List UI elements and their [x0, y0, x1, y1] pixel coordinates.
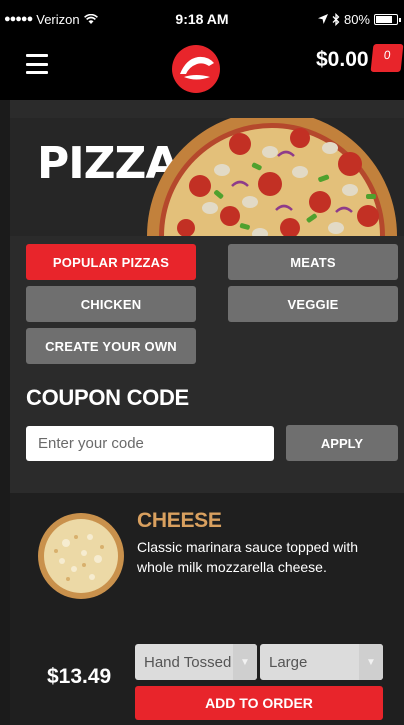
- cart-count-badge[interactable]: 0: [370, 44, 404, 72]
- cart-total[interactable]: $0.00: [316, 48, 369, 72]
- location-arrow-icon: [317, 14, 328, 24]
- size-select-value: Large: [269, 653, 308, 671]
- top-nav-bar: $0.00 0: [0, 38, 404, 100]
- coupon-code-input[interactable]: [26, 426, 274, 461]
- pizza-hut-logo[interactable]: [172, 45, 220, 93]
- status-time: 9:18 AM: [175, 11, 229, 27]
- status-right: 80%: [317, 11, 401, 27]
- category-popular-pizzas[interactable]: POPULAR PIZZAS: [26, 244, 196, 280]
- category-meats[interactable]: MEATS: [228, 244, 398, 280]
- category-chicken[interactable]: CHICKEN: [26, 286, 196, 322]
- category-veggie[interactable]: VEGGIE: [228, 286, 398, 322]
- product-name: CHEESE: [137, 509, 222, 532]
- status-left: ●●●●● Verizon: [4, 12, 98, 27]
- hamburger-menu-icon[interactable]: [26, 54, 48, 74]
- signal-strength-icon: ●●●●●: [4, 13, 33, 25]
- bluetooth-icon: [332, 12, 340, 26]
- hero-banner: PIZZA: [10, 118, 404, 236]
- status-bar: ●●●●● Verizon 9:18 AM 80%: [0, 0, 404, 38]
- category-create-your-own[interactable]: CREATE YOUR OWN: [26, 328, 196, 364]
- product-card-cheese: CHEESE Classic marinara sauce topped wit…: [10, 493, 404, 725]
- product-price: $13.49: [47, 665, 112, 688]
- crust-select-value: Hand Tossed: [144, 653, 232, 671]
- carrier-name: Verizon: [36, 11, 80, 27]
- battery-icon: [374, 13, 401, 25]
- crust-select[interactable]: Hand Tossed ▼: [135, 644, 257, 680]
- menu-content: PIZZA POPULAR PIZZAS MEATS CHICKEN VEGGI…: [10, 100, 404, 725]
- add-to-order-button[interactable]: ADD TO ORDER: [135, 686, 383, 720]
- chevron-down-icon: ▼: [359, 644, 383, 680]
- chevron-down-icon: ▼: [233, 644, 257, 680]
- wifi-icon: [83, 13, 98, 24]
- coupon-code-heading: COUPON CODE: [26, 385, 189, 410]
- cheese-pizza-image: [38, 513, 124, 599]
- logo-roof-icon: [180, 56, 214, 80]
- apply-coupon-button[interactable]: APPLY: [286, 425, 398, 461]
- supreme-pizza-image: [147, 118, 397, 236]
- size-select[interactable]: Large ▼: [260, 644, 383, 680]
- battery-percent: 80%: [343, 11, 370, 27]
- battery-level: [376, 15, 392, 23]
- product-description: Classic marinara sauce topped with whole…: [137, 539, 358, 575]
